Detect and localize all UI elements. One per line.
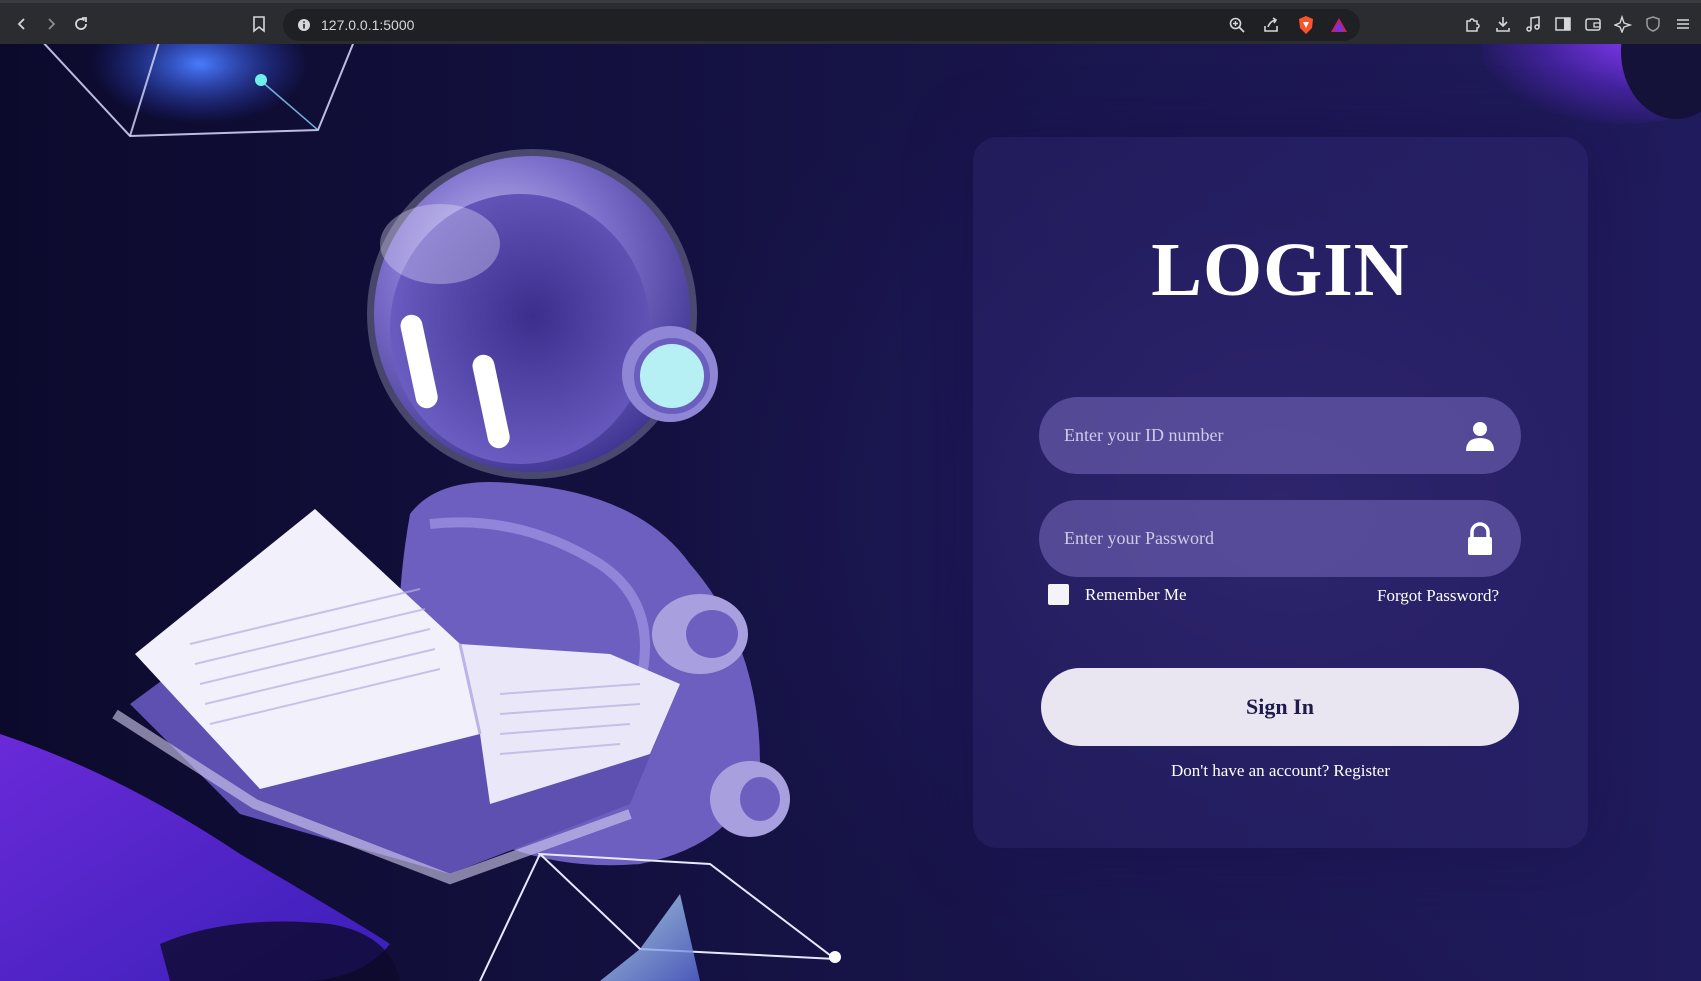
password-input[interactable] (1039, 500, 1521, 577)
sidebar-icon[interactable] (1552, 13, 1574, 35)
id-number-input[interactable] (1039, 397, 1521, 474)
zoom-icon[interactable] (1226, 14, 1248, 36)
id-field[interactable] (1039, 397, 1521, 474)
remember-me[interactable]: Remember Me (1048, 584, 1187, 605)
register-link[interactable]: Register (1333, 761, 1390, 780)
address-bar[interactable]: 127.0.0.1:5000 (283, 9, 1360, 41)
reload-icon[interactable] (69, 12, 93, 36)
login-page: LOGIN Remember Me Forgot Password? Sign … (0, 44, 1701, 981)
remember-label: Remember Me (1085, 584, 1187, 604)
register-prompt: Don't have an account? Register (973, 761, 1588, 781)
password-field[interactable] (1039, 500, 1521, 577)
leo-ai-icon[interactable] (1612, 13, 1634, 35)
forward-icon[interactable] (39, 12, 63, 36)
forgot-password-link[interactable]: Forgot Password? (1377, 586, 1499, 606)
browser-toolbar: 127.0.0.1:5000 (0, 0, 1701, 44)
register-text: Don't have an account? (1170, 761, 1330, 780)
site-info-icon[interactable] (293, 14, 315, 36)
share-icon[interactable] (1260, 14, 1282, 36)
page-title: LOGIN (1151, 228, 1410, 312)
user-icon (1466, 422, 1494, 451)
download-icon[interactable] (1492, 13, 1514, 35)
remember-checkbox[interactable] (1048, 584, 1069, 605)
extensions-icon[interactable] (1462, 13, 1484, 35)
menu-icon[interactable] (1672, 13, 1694, 35)
wallet-icon[interactable] (1582, 13, 1604, 35)
url-text[interactable]: 127.0.0.1:5000 (321, 17, 414, 33)
astronaut-reading-book-illustration (0, 44, 841, 981)
brave-shields-icon[interactable] (1295, 14, 1317, 36)
brave-rewards-icon[interactable] (1328, 14, 1350, 36)
sign-in-button[interactable]: Sign In (1041, 668, 1519, 746)
lock-icon (1468, 522, 1492, 555)
vpn-icon[interactable] (1642, 13, 1664, 35)
back-icon[interactable] (10, 12, 34, 36)
bookmark-icon[interactable] (247, 12, 271, 36)
media-icon[interactable] (1522, 13, 1544, 35)
login-card: LOGIN Remember Me Forgot Password? Sign … (973, 137, 1588, 848)
